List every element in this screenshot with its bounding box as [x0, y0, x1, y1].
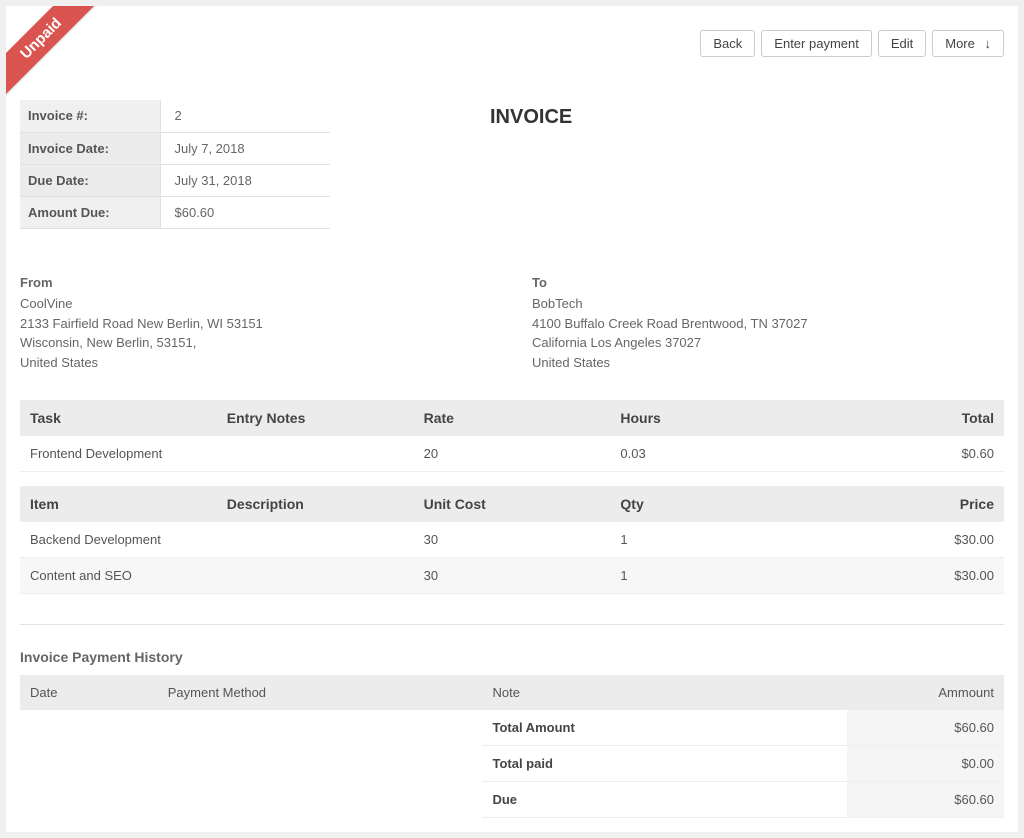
from-block: From CoolVine 2133 Fairfield Road New Be… — [20, 273, 492, 373]
edit-button[interactable]: Edit — [878, 30, 926, 57]
items-table: Item Description Unit Cost Qty Price Bac… — [20, 486, 1004, 594]
addresses: From CoolVine 2133 Fairfield Road New Be… — [20, 273, 1004, 373]
tasks-col-task: Task — [20, 400, 217, 436]
to-block: To BobTech 4100 Buffalo Creek Road Brent… — [532, 273, 1004, 373]
total-paid-label: Total paid — [482, 746, 846, 782]
amount-due-value: $60.60 — [160, 196, 330, 228]
invoice-number-value: 2 — [160, 100, 330, 132]
more-button-label: More — [945, 36, 975, 51]
chevron-down-icon: ↓ — [985, 36, 992, 51]
item-cell: 30 — [414, 522, 611, 558]
tasks-col-total: Total — [807, 400, 1004, 436]
item-cell: $30.00 — [807, 522, 1004, 558]
invoice-number-label: Invoice #: — [20, 100, 160, 132]
items-col-qty: Qty — [610, 486, 807, 522]
total-paid-row: Total paid $0.00 — [20, 746, 1004, 782]
enter-payment-button[interactable]: Enter payment — [761, 30, 872, 57]
item-cell: Content and SEO — [20, 558, 217, 594]
items-col-price: Price — [807, 486, 1004, 522]
due-label: Due — [482, 782, 846, 818]
due-row: Due $60.60 — [20, 782, 1004, 818]
pay-col-note: Note — [482, 675, 846, 710]
divider — [20, 624, 1004, 625]
spacer-cell — [158, 782, 483, 818]
tasks-col-rate: Rate — [414, 400, 611, 436]
total-amount-value: $60.60 — [847, 710, 1004, 746]
to-line1: 4100 Buffalo Creek Road Brentwood, TN 37… — [532, 314, 1004, 334]
table-row: Frontend Development 20 0.03 $0.60 — [20, 436, 1004, 472]
task-cell: $0.60 — [807, 436, 1004, 472]
items-header-row: Item Description Unit Cost Qty Price — [20, 486, 1004, 522]
items-col-desc: Description — [217, 486, 414, 522]
table-row: Content and SEO 30 1 $30.00 — [20, 558, 1004, 594]
items-col-cost: Unit Cost — [414, 486, 611, 522]
tasks-table: Task Entry Notes Rate Hours Total Fronte… — [20, 400, 1004, 472]
item-cell: $30.00 — [807, 558, 1004, 594]
spacer-cell — [20, 710, 158, 746]
item-cell — [217, 522, 414, 558]
from-line2: Wisconsin, New Berlin, 53151, — [20, 333, 492, 353]
payment-history-table: Date Payment Method Note Ammount Total A… — [20, 675, 1004, 818]
invoice-date-label: Invoice Date: — [20, 132, 160, 164]
summary-table: Invoice #: 2 Invoice Date: July 7, 2018 … — [20, 100, 330, 229]
due-value: $60.60 — [847, 782, 1004, 818]
from-name: CoolVine — [20, 294, 492, 314]
more-button[interactable]: More ↓ — [932, 30, 1004, 57]
spacer-cell — [20, 746, 158, 782]
page-title: INVOICE — [370, 106, 1004, 229]
invoice-page: Unpaid Back Enter payment Edit More ↓ In… — [6, 6, 1018, 832]
spacer-cell — [158, 710, 483, 746]
header-area: Invoice #: 2 Invoice Date: July 7, 2018 … — [20, 100, 1004, 229]
spacer-cell — [158, 746, 483, 782]
task-cell: Frontend Development — [20, 436, 217, 472]
task-cell — [217, 436, 414, 472]
pay-col-method: Payment Method — [158, 675, 483, 710]
pay-col-date: Date — [20, 675, 158, 710]
toolbar: Back Enter payment Edit More ↓ — [700, 30, 1004, 57]
invoice-date-value: July 7, 2018 — [160, 132, 330, 164]
to-line2: California Los Angeles 37027 — [532, 333, 1004, 353]
due-date-value: July 31, 2018 — [160, 164, 330, 196]
to-label: To — [532, 273, 1004, 293]
payment-history-title: Invoice Payment History — [20, 649, 1004, 665]
table-row: Backend Development 30 1 $30.00 — [20, 522, 1004, 558]
item-cell: 30 — [414, 558, 611, 594]
pay-col-amount: Ammount — [847, 675, 1004, 710]
due-date-label: Due Date: — [20, 164, 160, 196]
from-line3: United States — [20, 353, 492, 373]
from-line1: 2133 Fairfield Road New Berlin, WI 53151 — [20, 314, 492, 334]
task-cell: 20 — [414, 436, 611, 472]
item-cell — [217, 558, 414, 594]
tasks-col-hours: Hours — [610, 400, 807, 436]
total-amount-row: Total Amount $60.60 — [20, 710, 1004, 746]
total-amount-label: Total Amount — [482, 710, 846, 746]
task-cell: 0.03 — [610, 436, 807, 472]
status-ribbon: Unpaid — [6, 6, 104, 102]
item-cell: Backend Development — [20, 522, 217, 558]
tasks-header-row: Task Entry Notes Rate Hours Total — [20, 400, 1004, 436]
amount-due-label: Amount Due: — [20, 196, 160, 228]
to-name: BobTech — [532, 294, 1004, 314]
total-paid-value: $0.00 — [847, 746, 1004, 782]
spacer-cell — [20, 782, 158, 818]
from-label: From — [20, 273, 492, 293]
payment-header-row: Date Payment Method Note Ammount — [20, 675, 1004, 710]
items-col-item: Item — [20, 486, 217, 522]
back-button[interactable]: Back — [700, 30, 755, 57]
to-line3: United States — [532, 353, 1004, 373]
item-cell: 1 — [610, 558, 807, 594]
tasks-col-notes: Entry Notes — [217, 400, 414, 436]
item-cell: 1 — [610, 522, 807, 558]
